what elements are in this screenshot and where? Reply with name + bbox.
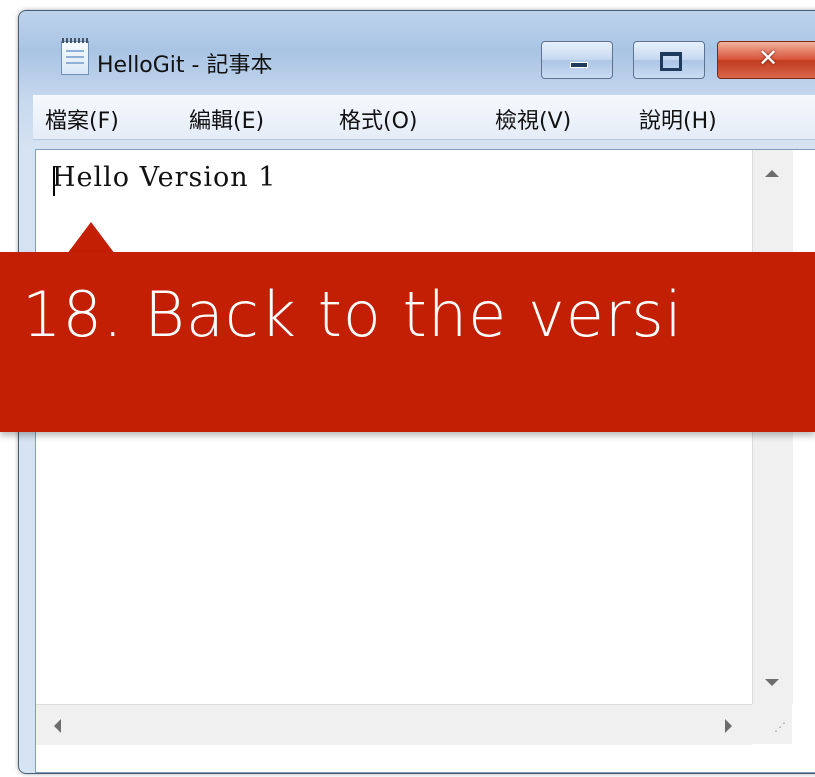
close-icon: ✕: [758, 44, 779, 72]
menu-file[interactable]: 檔案(F): [45, 103, 119, 135]
resize-grip[interactable]: ⋰: [752, 704, 792, 744]
menu-help[interactable]: 說明(H): [639, 103, 717, 135]
menu-view[interactable]: 檢視(V): [495, 103, 571, 135]
scroll-down-icon[interactable]: [765, 679, 779, 686]
callout-text: 18. Back to the versi: [22, 278, 683, 351]
maximize-button[interactable]: [633, 41, 705, 79]
size-grip-icon: ⋰: [774, 720, 786, 734]
window-title: HelloGit - 記事本: [97, 53, 273, 78]
menu-format[interactable]: 格式(O): [339, 103, 417, 135]
minimize-icon: [570, 62, 588, 68]
scroll-up-icon[interactable]: [765, 170, 779, 177]
menu-bar: 檔案(F) 編輯(E) 格式(O) 檢視(V) 說明(H): [33, 95, 815, 140]
title-bar[interactable]: HelloGit - 記事本 ✕: [19, 11, 815, 95]
text-caret: [53, 166, 55, 196]
horizontal-scrollbar[interactable]: [36, 704, 752, 745]
callout-pointer: [67, 222, 115, 254]
maximize-icon: [660, 52, 682, 71]
text-editor[interactable]: Hello Version 1 ⋰: [35, 149, 815, 773]
scroll-left-icon[interactable]: [54, 719, 61, 733]
menu-edit[interactable]: 編輯(E): [189, 103, 264, 135]
notepad-icon[interactable]: [61, 38, 89, 75]
close-button[interactable]: ✕: [717, 41, 815, 79]
tutorial-callout: 18. Back to the versi: [0, 252, 815, 432]
scroll-right-icon[interactable]: [725, 719, 732, 733]
editor-content[interactable]: Hello Version 1: [52, 162, 276, 193]
minimize-button[interactable]: [541, 41, 613, 79]
